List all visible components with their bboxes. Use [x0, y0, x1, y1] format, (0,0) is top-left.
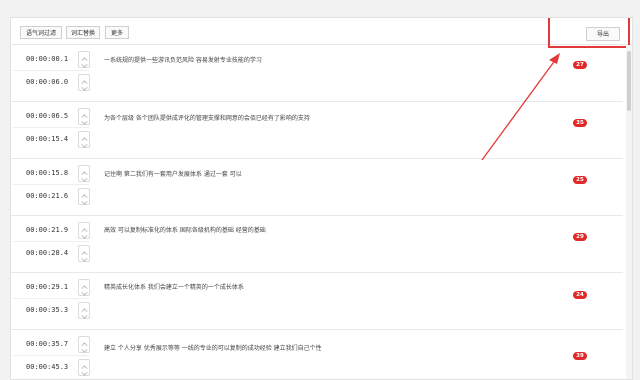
start-time-stepper[interactable] [78, 51, 90, 68]
chevron-down-icon [81, 175, 88, 182]
start-time-input[interactable]: 00:00:15.8 [16, 165, 78, 182]
chevron-down-icon [81, 141, 88, 148]
export-button[interactable]: 导出 [586, 27, 620, 41]
end-time-input[interactable]: 00:00:35.3 [16, 302, 78, 319]
end-time-stepper[interactable] [78, 302, 90, 319]
chevron-down-icon [81, 346, 88, 353]
end-time-input[interactable]: 00:00:28.4 [16, 245, 78, 262]
start-time-stepper[interactable] [78, 336, 90, 353]
chevron-down-icon [81, 84, 88, 91]
divider [13, 355, 89, 356]
toolbar: 语气词过滤 词汇替换 更多 导出 [11, 18, 632, 48]
subtitle-row: 00:00:21.9 00:00:28.4 高效 可以复制标准化的体系 国际各级… [11, 216, 623, 273]
end-time-input[interactable]: 00:00:21.6 [16, 188, 78, 205]
divider [13, 298, 89, 299]
scrollbar-thumb[interactable] [627, 51, 631, 111]
word-replace-button[interactable]: 词汇替换 [66, 26, 100, 39]
end-time-stepper[interactable] [78, 359, 90, 376]
start-time-stepper[interactable] [78, 279, 90, 296]
end-time-stepper[interactable] [78, 245, 90, 262]
end-time-stepper[interactable] [78, 131, 90, 148]
chevron-down-icon [81, 61, 88, 68]
subtitle-text[interactable]: 为各个层级 各个团队提供成评化的管理支撑和网意的会佰已经有了影响的支持 [104, 113, 310, 122]
subtitle-row: 00:00:29.1 00:00:35.3 精英成长化体系 我们会建立一个精英的… [11, 273, 623, 330]
char-count-badge: 39 [573, 352, 587, 360]
chevron-down-icon [81, 255, 88, 262]
end-time-input[interactable]: 00:00:15.4 [16, 131, 78, 148]
start-time-input[interactable]: 00:00:21.9 [16, 222, 78, 239]
start-time-input[interactable]: 00:00:29.1 [16, 279, 78, 296]
subtitle-row: 00:00:35.7 00:00:45.3 建立 个人分享 优秀展示等等 一线的… [11, 330, 623, 379]
start-time-input[interactable]: 00:00:35.7 [16, 336, 78, 353]
subtitle-text[interactable]: 精英成长化体系 我们会建立一个精英的一个成长体系 [104, 282, 244, 291]
chevron-down-icon [81, 232, 88, 239]
subtitle-text[interactable]: 记住啊 第二我们有一套用户发展体系 通过一套 可以 [104, 169, 242, 178]
chevron-down-icon [81, 312, 88, 319]
char-count-badge: 27 [573, 61, 587, 69]
more-button[interactable]: 更多 [105, 26, 129, 39]
divider [13, 241, 89, 242]
chevron-down-icon [81, 198, 88, 205]
char-count-badge: 25 [573, 176, 587, 184]
subtitle-row: 00:00:00.1 00:00:06.0 一系统规的提供一些游讯负范风险 容易… [11, 45, 623, 102]
subtitle-row: 00:00:15.8 00:00:21.6 记住啊 第二我们有一套用户发展体系 … [11, 159, 623, 216]
start-time-input[interactable]: 00:00:06.5 [16, 108, 78, 125]
filter-filler-words-button[interactable]: 语气词过滤 [20, 26, 62, 39]
char-count-badge: 24 [573, 291, 587, 299]
chevron-down-icon [81, 289, 88, 296]
end-time-stepper[interactable] [78, 188, 90, 205]
divider [13, 70, 89, 71]
chevron-down-icon [81, 118, 88, 125]
end-time-input[interactable]: 00:00:06.0 [16, 74, 78, 91]
subtitle-row: 00:00:06.5 00:00:15.4 为各个层级 各个团队提供成评化的管理… [11, 102, 623, 159]
char-count-badge: 29 [573, 233, 587, 241]
subtitle-text[interactable]: 建立 个人分享 优秀展示等等 一线的专业的可以复制的成功经验 建立我们自己个性 [104, 343, 322, 352]
start-time-input[interactable]: 00:00:00.1 [16, 51, 78, 68]
end-time-input[interactable]: 00:00:45.3 [16, 359, 78, 376]
start-time-stepper[interactable] [78, 222, 90, 239]
subtitle-text[interactable]: 一系统规的提供一些游讯负范风险 容易发射专业技能的学习 [104, 55, 262, 64]
subtitle-editor-panel: 语气词过滤 词汇替换 更多 导出 00:00:00.1 00:00:06.0 一… [10, 17, 633, 380]
char-count-badge: 35 [573, 119, 587, 127]
divider [13, 184, 89, 185]
start-time-stepper[interactable] [78, 165, 90, 182]
scrollbar[interactable] [626, 45, 632, 379]
subtitle-text[interactable]: 高效 可以复制标准化的体系 国际各级机构的基础 经营的基础 [104, 225, 266, 234]
end-time-stepper[interactable] [78, 74, 90, 91]
chevron-down-icon [81, 369, 88, 376]
start-time-stepper[interactable] [78, 108, 90, 125]
divider [13, 127, 89, 128]
